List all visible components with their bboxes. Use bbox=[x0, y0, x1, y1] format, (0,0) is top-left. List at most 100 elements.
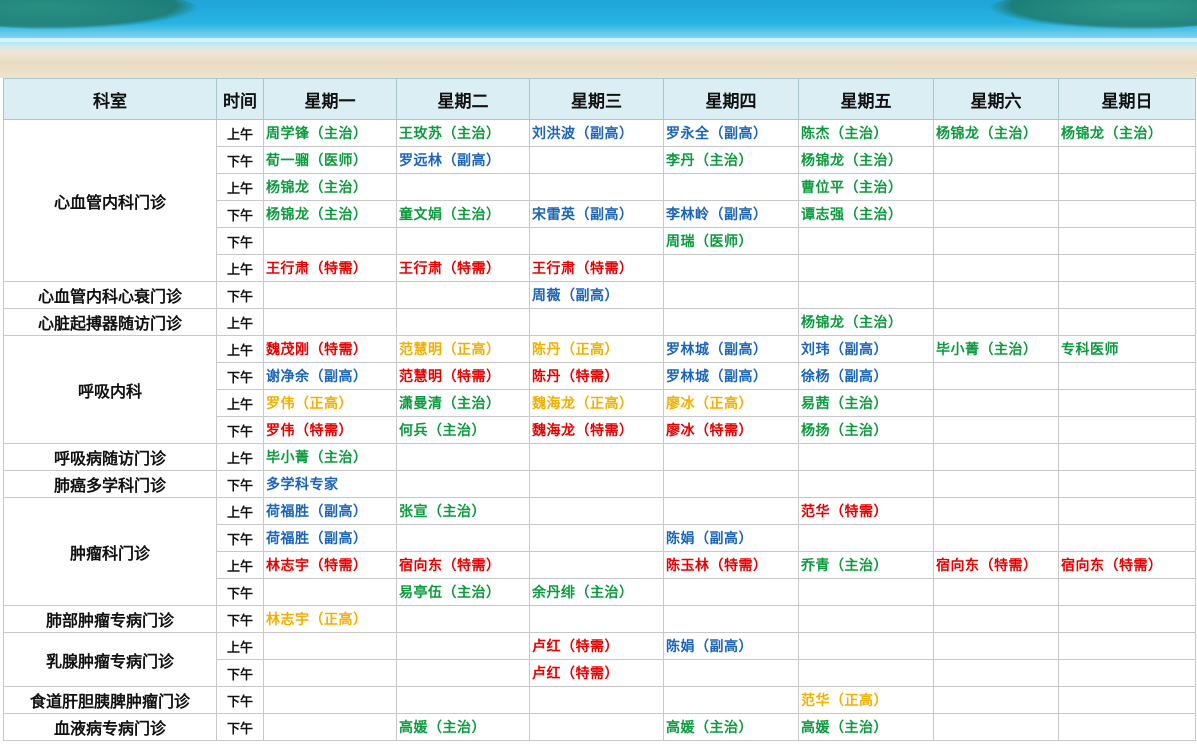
doctor-cell[interactable] bbox=[663, 578, 799, 606]
time-cell[interactable]: 下午 bbox=[216, 524, 264, 552]
doctor-cell[interactable]: 魏海龙（正高） bbox=[529, 389, 664, 417]
doctor-cell[interactable] bbox=[663, 443, 799, 471]
time-cell[interactable]: 上午 bbox=[216, 389, 264, 417]
doctor-cell[interactable] bbox=[933, 659, 1059, 687]
doctor-cell[interactable] bbox=[933, 686, 1059, 714]
header-monday[interactable]: 星期一 bbox=[263, 78, 397, 120]
doctor-cell[interactable]: 毕小菁（主治） bbox=[933, 335, 1059, 363]
time-cell[interactable]: 上午 bbox=[216, 119, 264, 147]
doctor-cell[interactable]: 高媛（主治） bbox=[396, 713, 530, 741]
doctor-cell[interactable] bbox=[1058, 713, 1196, 741]
doctor-cell[interactable]: 专科医师 bbox=[1058, 335, 1196, 363]
department-cell[interactable]: 食道肝胆胰脾肿瘤门诊 bbox=[3, 686, 217, 714]
doctor-cell[interactable] bbox=[263, 713, 397, 741]
doctor-cell[interactable] bbox=[529, 443, 664, 471]
doctor-cell[interactable]: 陈娟（副高） bbox=[663, 524, 799, 552]
doctor-cell[interactable]: 周学锋（主治） bbox=[263, 119, 397, 147]
doctor-cell[interactable] bbox=[529, 308, 664, 336]
doctor-cell[interactable] bbox=[933, 578, 1059, 606]
doctor-cell[interactable] bbox=[263, 227, 397, 255]
doctor-cell[interactable]: 魏茂刚（特需） bbox=[263, 335, 397, 363]
doctor-cell[interactable]: 卢红（特需） bbox=[529, 632, 664, 660]
doctor-cell[interactable] bbox=[1058, 254, 1196, 282]
doctor-cell[interactable] bbox=[396, 470, 530, 498]
doctor-cell[interactable] bbox=[529, 227, 664, 255]
doctor-cell[interactable] bbox=[1058, 443, 1196, 471]
doctor-cell[interactable] bbox=[1058, 659, 1196, 687]
time-cell[interactable]: 上午 bbox=[216, 497, 264, 525]
doctor-cell[interactable] bbox=[529, 173, 664, 201]
doctor-cell[interactable] bbox=[798, 281, 934, 309]
doctor-cell[interactable] bbox=[529, 605, 664, 633]
doctor-cell[interactable] bbox=[396, 281, 530, 309]
doctor-cell[interactable]: 杨锦龙（主治） bbox=[933, 119, 1059, 147]
header-department[interactable]: 科室 bbox=[3, 78, 217, 120]
doctor-cell[interactable] bbox=[933, 227, 1059, 255]
time-cell[interactable]: 下午 bbox=[216, 146, 264, 174]
doctor-cell[interactable] bbox=[933, 605, 1059, 633]
doctor-cell[interactable]: 刘洪波（副高） bbox=[529, 119, 664, 147]
doctor-cell[interactable]: 林志宇（特需） bbox=[263, 551, 397, 579]
doctor-cell[interactable] bbox=[1058, 632, 1196, 660]
header-sunday[interactable]: 星期日 bbox=[1058, 78, 1196, 120]
doctor-cell[interactable]: 多学科专家 bbox=[263, 470, 397, 498]
doctor-cell[interactable]: 杨锦龙（主治） bbox=[263, 173, 397, 201]
time-cell[interactable]: 下午 bbox=[216, 713, 264, 741]
doctor-cell[interactable] bbox=[396, 524, 530, 552]
department-cell[interactable]: 呼吸内科 bbox=[3, 335, 217, 444]
doctor-cell[interactable]: 王玫苏（主治） bbox=[396, 119, 530, 147]
doctor-cell[interactable] bbox=[263, 632, 397, 660]
doctor-cell[interactable]: 周薇（副高） bbox=[529, 281, 664, 309]
doctor-cell[interactable]: 荷福胜（副高） bbox=[263, 524, 397, 552]
time-cell[interactable]: 下午 bbox=[216, 686, 264, 714]
doctor-cell[interactable]: 罗伟（正高） bbox=[263, 389, 397, 417]
time-cell[interactable]: 上午 bbox=[216, 632, 264, 660]
doctor-cell[interactable] bbox=[396, 632, 530, 660]
doctor-cell[interactable] bbox=[396, 686, 530, 714]
doctor-cell[interactable] bbox=[1058, 362, 1196, 390]
doctor-cell[interactable] bbox=[263, 578, 397, 606]
doctor-cell[interactable]: 杨扬（主治） bbox=[798, 416, 934, 444]
doctor-cell[interactable] bbox=[396, 659, 530, 687]
doctor-cell[interactable] bbox=[798, 254, 934, 282]
doctor-cell[interactable]: 范华（正高） bbox=[798, 686, 934, 714]
doctor-cell[interactable] bbox=[1058, 605, 1196, 633]
doctor-cell[interactable] bbox=[798, 524, 934, 552]
doctor-cell[interactable]: 范慧明（正高） bbox=[396, 335, 530, 363]
header-time[interactable]: 时间 bbox=[216, 78, 264, 120]
doctor-cell[interactable] bbox=[933, 713, 1059, 741]
doctor-cell[interactable]: 张宣（主治） bbox=[396, 497, 530, 525]
doctor-cell[interactable] bbox=[663, 686, 799, 714]
doctor-cell[interactable] bbox=[529, 524, 664, 552]
doctor-cell[interactable]: 潇曼清（主治） bbox=[396, 389, 530, 417]
doctor-cell[interactable] bbox=[263, 281, 397, 309]
doctor-cell[interactable]: 徐杨（副高） bbox=[798, 362, 934, 390]
doctor-cell[interactable] bbox=[933, 497, 1059, 525]
doctor-cell[interactable] bbox=[396, 173, 530, 201]
doctor-cell[interactable] bbox=[933, 524, 1059, 552]
doctor-cell[interactable]: 杨锦龙（主治） bbox=[1058, 119, 1196, 147]
department-cell[interactable]: 乳腺肿瘤专病门诊 bbox=[3, 632, 217, 687]
doctor-cell[interactable]: 范慧明（特需） bbox=[396, 362, 530, 390]
doctor-cell[interactable] bbox=[1058, 146, 1196, 174]
doctor-cell[interactable] bbox=[1058, 686, 1196, 714]
doctor-cell[interactable] bbox=[663, 308, 799, 336]
doctor-cell[interactable] bbox=[933, 416, 1059, 444]
doctor-cell[interactable] bbox=[798, 632, 934, 660]
doctor-cell[interactable] bbox=[529, 470, 664, 498]
doctor-cell[interactable] bbox=[933, 443, 1059, 471]
department-cell[interactable]: 心脏起搏器随访门诊 bbox=[3, 308, 217, 336]
doctor-cell[interactable] bbox=[1058, 524, 1196, 552]
time-cell[interactable]: 上午 bbox=[216, 335, 264, 363]
doctor-cell[interactable] bbox=[529, 146, 664, 174]
doctor-cell[interactable] bbox=[663, 497, 799, 525]
doctor-cell[interactable] bbox=[1058, 200, 1196, 228]
doctor-cell[interactable] bbox=[933, 146, 1059, 174]
doctor-cell[interactable]: 何兵（主治） bbox=[396, 416, 530, 444]
time-cell[interactable]: 上午 bbox=[216, 254, 264, 282]
department-cell[interactable]: 心血管内科门诊 bbox=[3, 119, 217, 282]
doctor-cell[interactable] bbox=[933, 362, 1059, 390]
doctor-cell[interactable]: 高媛（主治） bbox=[663, 713, 799, 741]
doctor-cell[interactable]: 易亭伍（主治） bbox=[396, 578, 530, 606]
time-cell[interactable]: 上午 bbox=[216, 308, 264, 336]
